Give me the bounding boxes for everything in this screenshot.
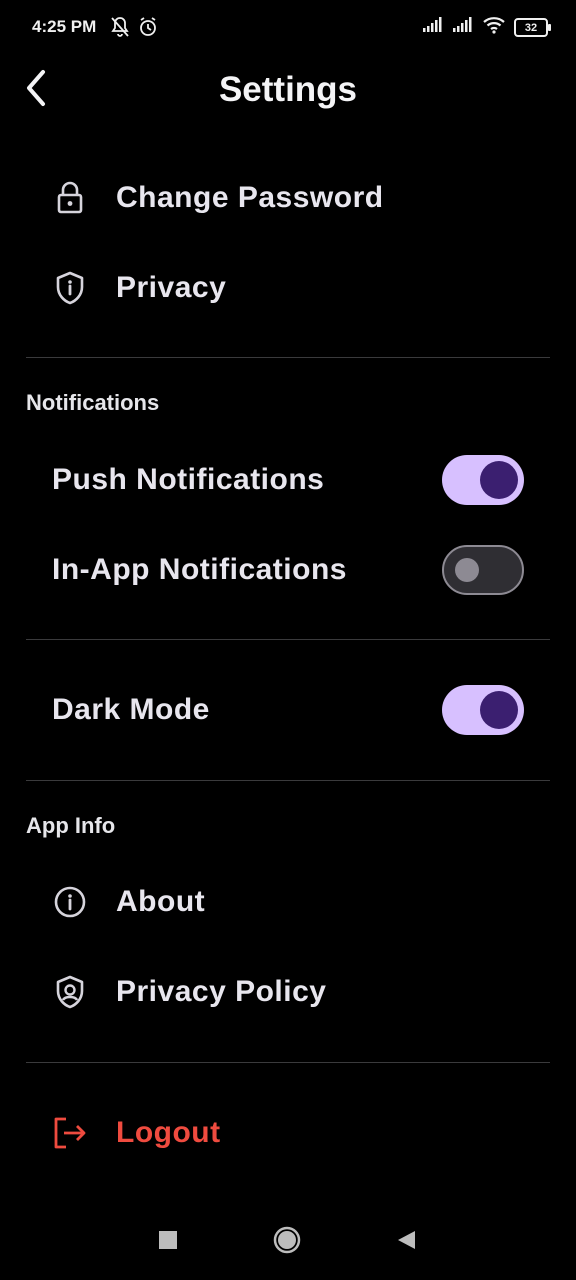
privacy-policy-item[interactable]: Privacy Policy <box>52 962 524 1022</box>
dark-mode-toggle[interactable] <box>442 685 524 735</box>
triangle-back-icon <box>395 1229 417 1256</box>
status-bar: 4:25 PM 32 <box>0 0 576 56</box>
status-time: 4:25 PM <box>32 17 97 36</box>
logout-icon <box>52 1115 88 1151</box>
system-nav-bar <box>0 1210 576 1274</box>
page-title: Settings <box>218 70 358 109</box>
divider <box>26 357 550 358</box>
divider <box>26 1062 550 1063</box>
alarm-icon <box>138 16 158 43</box>
about-label: About <box>116 885 206 918</box>
privacy-policy-label: Privacy Policy <box>116 975 327 1008</box>
notifications-section-title: Notifications <box>26 390 160 415</box>
divider <box>26 639 550 640</box>
privacy-item[interactable]: Privacy <box>52 258 524 318</box>
signal-icon <box>452 17 474 38</box>
privacy-label: Privacy <box>116 271 227 304</box>
in-app-notifications-row: In-App Notifications <box>52 540 524 600</box>
toggle-knob <box>480 461 518 499</box>
divider <box>26 780 550 781</box>
home-button[interactable] <box>271 1226 303 1258</box>
shield-user-icon <box>52 974 88 1010</box>
toggle-knob <box>455 558 479 582</box>
push-notifications-label: Push Notifications <box>52 463 325 496</box>
dark-mode-row: Dark Mode <box>52 680 524 740</box>
in-app-notifications-label: In-App Notifications <box>52 553 347 586</box>
change-password-label: Change Password <box>116 181 384 214</box>
signal-icon <box>422 17 444 38</box>
bell-off-icon <box>110 16 130 43</box>
info-icon <box>52 884 88 920</box>
battery-icon: 32 <box>514 18 551 37</box>
change-password-item[interactable]: Change Password <box>52 168 524 228</box>
about-item[interactable]: About <box>52 872 524 932</box>
square-icon <box>158 1230 178 1255</box>
logout-item[interactable]: Logout <box>52 1103 524 1163</box>
shield-info-icon <box>52 270 88 306</box>
circle-icon <box>272 1225 302 1260</box>
push-notifications-row: Push Notifications <box>52 450 524 510</box>
app-info-section-title: App Info <box>26 813 116 838</box>
logout-label: Logout <box>116 1116 221 1149</box>
lock-icon <box>52 180 88 216</box>
toggle-knob <box>480 691 518 729</box>
back-nav-button[interactable] <box>390 1226 422 1258</box>
wifi-icon <box>482 16 506 39</box>
recent-apps-button[interactable] <box>152 1226 184 1258</box>
push-notifications-toggle[interactable] <box>442 455 524 505</box>
dark-mode-label: Dark Mode <box>52 693 210 726</box>
in-app-notifications-toggle[interactable] <box>442 545 524 595</box>
